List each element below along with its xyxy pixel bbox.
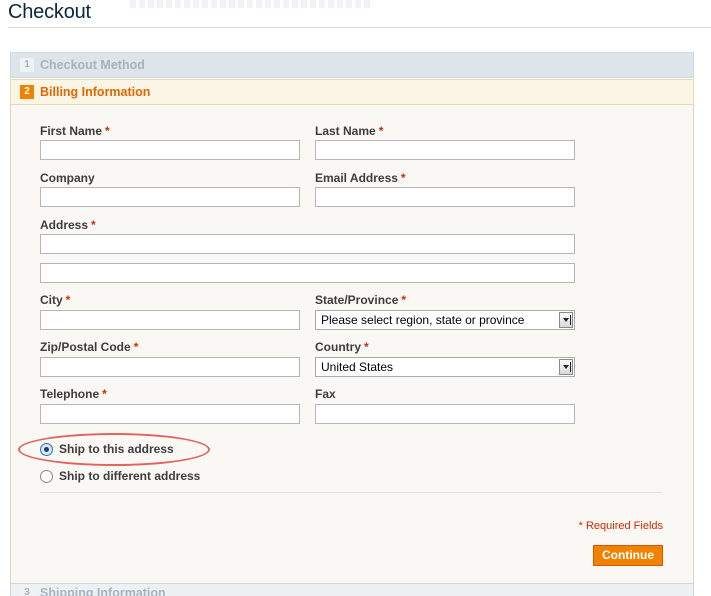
country-select[interactable]: United States: [315, 357, 575, 377]
faded-header-text: [130, 0, 370, 8]
company-input[interactable]: [40, 187, 300, 207]
radio-unselected-icon[interactable]: [40, 469, 53, 483]
zip-input[interactable]: [40, 357, 300, 377]
city-input[interactable]: [40, 310, 300, 330]
address-label: Address *: [40, 218, 96, 232]
state-select[interactable]: Please select region, state or province: [315, 310, 575, 330]
required-fields-note: * Required Fields: [578, 520, 663, 532]
annotation-highlight-oval: [18, 433, 210, 466]
address-line1-input[interactable]: [40, 234, 575, 254]
continue-button[interactable]: Continue: [593, 545, 663, 566]
email-label: Email Address *: [315, 171, 406, 185]
step-title: Billing Information: [40, 85, 151, 99]
fax-label: Fax: [315, 387, 336, 401]
first-name-input[interactable]: [40, 140, 300, 160]
form-divider: [40, 492, 662, 493]
country-selected-value: United States: [321, 360, 394, 374]
first-name-label: First Name *: [40, 124, 110, 138]
state-label: State/Province *: [315, 293, 407, 307]
fax-input[interactable]: [315, 404, 575, 424]
last-name-input[interactable]: [315, 140, 575, 160]
address-line2-input[interactable]: [40, 263, 575, 283]
step-title: Checkout Method: [40, 58, 145, 72]
city-label: City *: [40, 293, 71, 307]
step-title: Shipping Information: [40, 586, 166, 596]
dropdown-arrow-icon: [559, 312, 573, 328]
last-name-label: Last Name *: [315, 124, 384, 138]
ship-to-different-address-label: Ship to different address: [59, 469, 201, 483]
step-shipping-information[interactable]: 3 Shipping Information: [10, 583, 694, 596]
page-title: Checkout: [8, 1, 91, 23]
step-checkout-method[interactable]: 1 Checkout Method: [10, 52, 694, 78]
dropdown-arrow-icon: [559, 359, 573, 375]
telephone-label: Telephone *: [40, 387, 107, 401]
step-billing-information[interactable]: 2 Billing Information: [10, 79, 694, 105]
ship-to-different-address-option[interactable]: Ship to different address: [40, 469, 200, 483]
step-number: 1: [20, 58, 34, 72]
step-number: 2: [20, 85, 34, 99]
title-divider: [8, 27, 711, 28]
state-selected-value: Please select region, state or province: [321, 313, 525, 327]
telephone-input[interactable]: [40, 404, 300, 424]
step-number: 3: [20, 586, 34, 596]
company-label: Company: [40, 171, 95, 185]
zip-label: Zip/Postal Code *: [40, 340, 139, 354]
country-label: Country *: [315, 340, 369, 354]
email-input[interactable]: [315, 187, 575, 207]
